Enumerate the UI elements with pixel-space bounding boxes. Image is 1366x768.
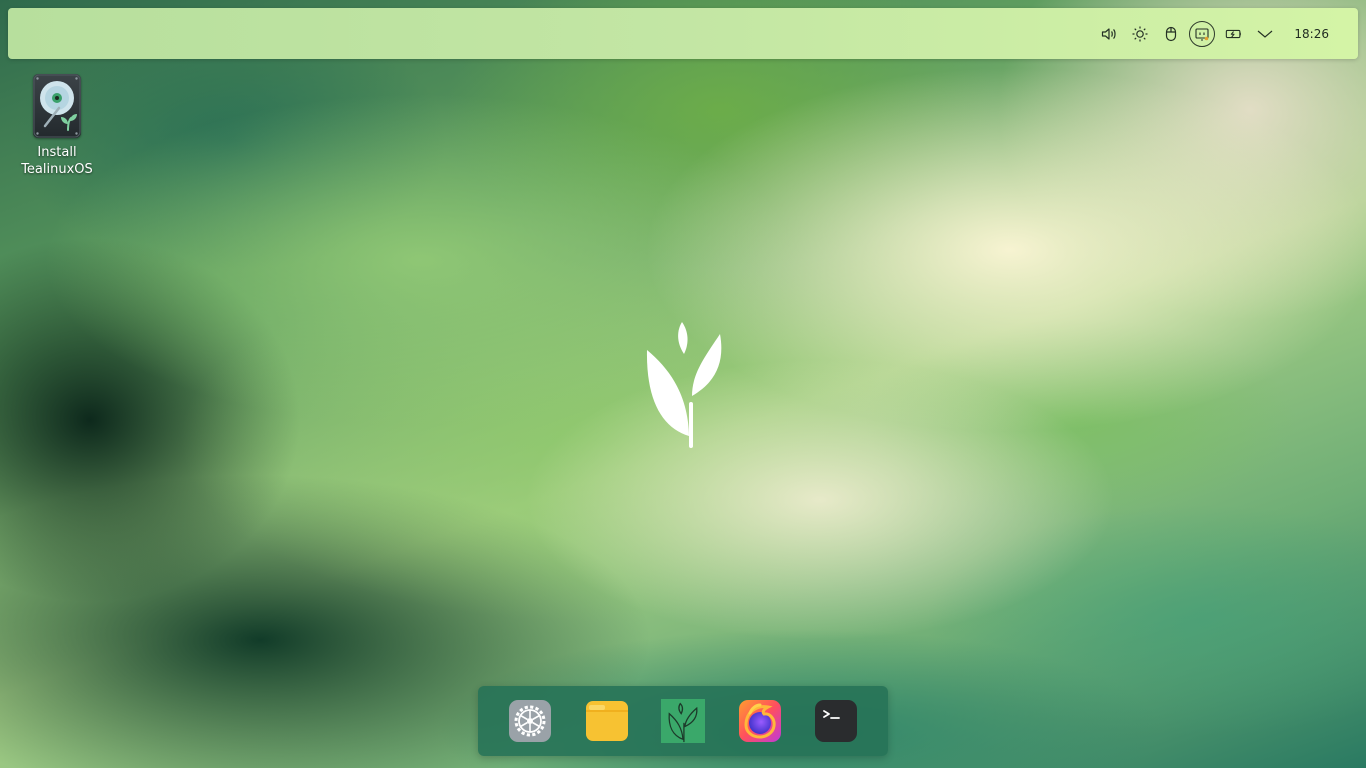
- desktop-icon-label-line2: TealinuxOS: [21, 162, 93, 177]
- dock-item-firefox[interactable]: [738, 699, 782, 743]
- dock: [478, 686, 888, 756]
- gear-icon: [509, 700, 551, 742]
- desktop-icon-label: Install TealinuxOS: [21, 144, 93, 178]
- battery-charging-icon[interactable]: [1219, 19, 1249, 49]
- installer-disk-icon: [33, 74, 81, 138]
- chevron-down-icon[interactable]: [1250, 19, 1280, 49]
- clock[interactable]: 18:26: [1294, 27, 1329, 41]
- folder-icon: [585, 701, 628, 741]
- tealinux-leaf-icon: [661, 699, 705, 743]
- top-panel: 18:26: [8, 8, 1358, 59]
- dock-item-files[interactable]: [585, 699, 629, 743]
- brightness-icon[interactable]: [1125, 19, 1155, 49]
- tealinux-leaf-logo: [646, 322, 722, 448]
- desktop-icon-install-tealinuxos[interactable]: Install TealinuxOS: [18, 74, 96, 178]
- dock-item-terminal[interactable]: [814, 699, 858, 743]
- firefox-icon: [738, 700, 781, 742]
- dock-item-system-settings[interactable]: [508, 699, 552, 743]
- desktop-icon-label-line1: Install: [37, 145, 77, 160]
- mouse-icon[interactable]: [1156, 19, 1186, 49]
- dock-item-tealinux-app[interactable]: [661, 699, 705, 743]
- tealinux-update-icon[interactable]: [1189, 20, 1216, 47]
- speaker-icon[interactable]: [1094, 19, 1124, 49]
- system-tray: 18:26: [1093, 8, 1358, 59]
- terminal-icon: [815, 700, 857, 742]
